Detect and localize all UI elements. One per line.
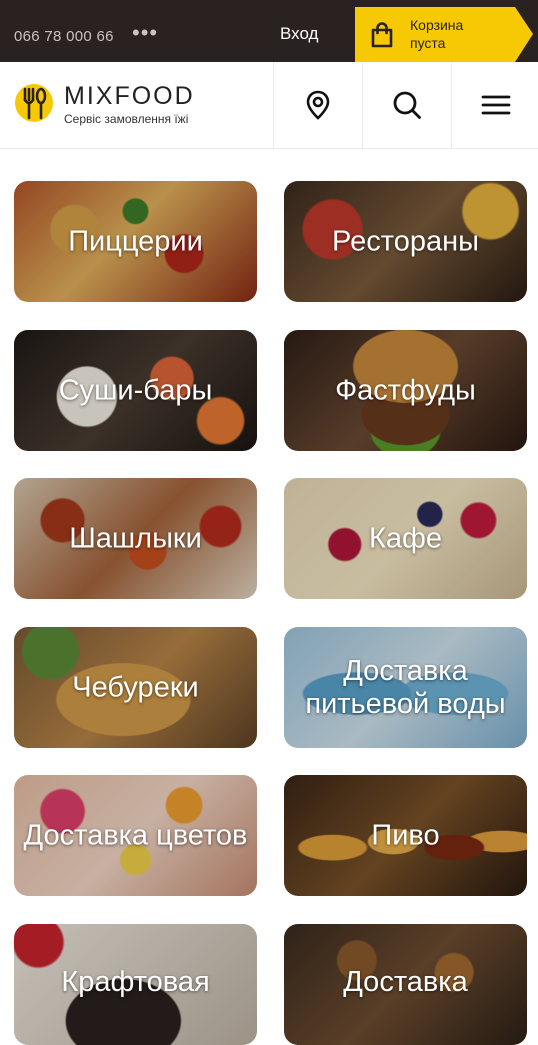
- category-tile-pizzerias[interactable]: Пиццерии: [14, 181, 257, 302]
- hamburger-menu-icon: [481, 95, 511, 115]
- category-label: Рестораны: [332, 225, 479, 257]
- cart-status-title: Корзина: [410, 17, 464, 33]
- category-label: Доставка: [343, 966, 468, 998]
- category-label: Фастфуды: [335, 374, 476, 406]
- category-tile-beer[interactable]: Пиво: [284, 775, 527, 896]
- category-label: Пиццерии: [68, 225, 203, 257]
- fork-spoon-logo-icon: [15, 84, 53, 122]
- category-label: Пиво: [371, 819, 440, 851]
- more-options-button[interactable]: •••: [132, 20, 158, 46]
- search-button[interactable]: [362, 62, 451, 148]
- category-label: Чебуреки: [72, 671, 199, 703]
- phone-link[interactable]: 066 78 000 66: [14, 28, 114, 45]
- category-label: Шашлыки: [69, 522, 202, 554]
- category-tile-craft[interactable]: Крафтовая: [14, 924, 257, 1045]
- category-label: Суши-бары: [58, 374, 213, 406]
- category-grid: Пиццерии Рестораны Суши-бары Фастфуды Ша…: [0, 148, 538, 1045]
- category-tile-sushi-bars[interactable]: Суши-бары: [14, 330, 257, 451]
- category-label: Крафтовая: [61, 966, 210, 998]
- search-icon: [393, 91, 421, 119]
- category-tile-fast-food[interactable]: Фастфуды: [284, 330, 527, 451]
- category-tile-chebureki[interactable]: Чебуреки: [14, 627, 257, 748]
- category-tile-cafe[interactable]: Кафе: [284, 478, 527, 599]
- site-header: MIXFOOD Сервіс замовлення їжі: [0, 62, 538, 149]
- category-tile-flower-delivery[interactable]: Доставка цветов: [14, 775, 257, 896]
- category-label: Доставка питьевой воды: [305, 654, 506, 720]
- brand-name: MIXFOOD: [64, 82, 195, 110]
- brand-tagline: Сервіс замовлення їжі: [64, 112, 189, 126]
- cart-status: Корзина пуста: [410, 16, 520, 52]
- category-tile-shashlik[interactable]: Шашлыки: [14, 478, 257, 599]
- category-tile-water-delivery[interactable]: Доставка питьевой воды: [284, 627, 527, 748]
- location-button[interactable]: [273, 62, 362, 148]
- category-tile-delivery[interactable]: Доставка: [284, 924, 527, 1045]
- menu-button[interactable]: [451, 62, 538, 148]
- location-pin-icon: [306, 90, 330, 120]
- cart-status-value: пуста: [410, 35, 446, 51]
- category-tile-restaurants[interactable]: Рестораны: [284, 181, 527, 302]
- shopping-bag-icon: [371, 22, 393, 48]
- login-link[interactable]: Вход: [280, 24, 318, 44]
- category-label: Кафе: [368, 522, 442, 554]
- top-bar: 066 78 000 66 ••• Вход Корзина пуста: [0, 0, 538, 62]
- category-label: Доставка цветов: [23, 819, 248, 851]
- cart-button[interactable]: Корзина пуста: [355, 7, 538, 62]
